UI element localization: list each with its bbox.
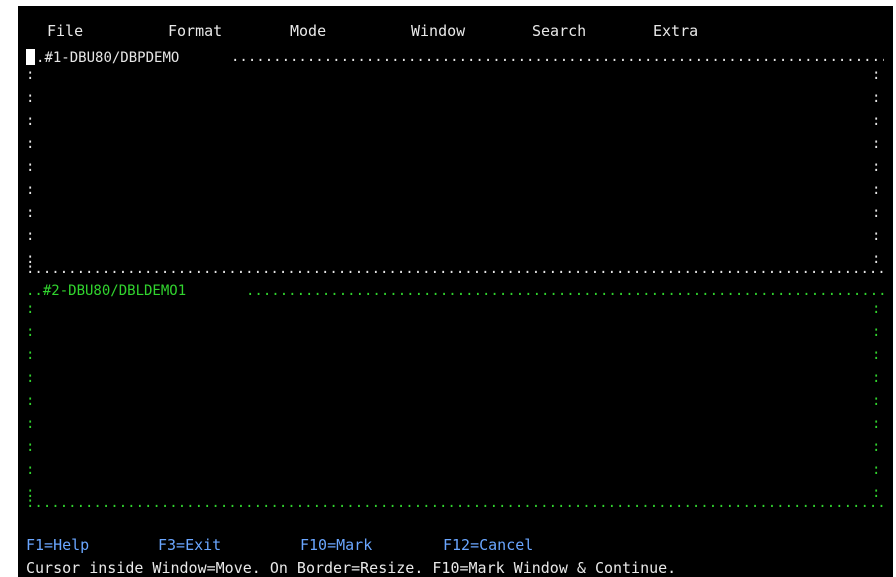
window-1-left-border[interactable]: ::::::::: bbox=[26, 64, 38, 271]
menu-extra[interactable]: Extra bbox=[653, 22, 698, 40]
f12-cancel-key[interactable]: F12=Cancel bbox=[443, 536, 533, 554]
window-1-bottom-border[interactable]: :.......................................… bbox=[26, 261, 884, 277]
window-1-top-border[interactable]: ........................................… bbox=[231, 49, 884, 65]
f1-help-key[interactable]: F1=Help bbox=[26, 536, 89, 554]
status-message: Cursor inside Window=Move. On Border=Res… bbox=[26, 559, 677, 577]
window-2-title-bar[interactable]: ..#2-DBU80/DBLDEMO1 bbox=[26, 283, 186, 299]
menu-search[interactable]: Search bbox=[532, 22, 586, 40]
window-2-title: #2-DBU80/DBLDEMO1 bbox=[42, 283, 187, 299]
window-1[interactable]: .#1-DBU80/DBPDEMO ......................… bbox=[26, 49, 884, 277]
menu-window[interactable]: Window bbox=[411, 22, 465, 40]
f3-exit-key[interactable]: F3=Exit bbox=[158, 536, 221, 554]
terminal-screen: File Format Mode Window Search Extra .#1… bbox=[18, 6, 893, 577]
menu-file[interactable]: File bbox=[47, 22, 83, 40]
window-1-title: #1-DBU80/DBPDEMO bbox=[44, 50, 180, 66]
window-2-right-border[interactable]: ::::::::: bbox=[872, 298, 884, 505]
menu-mode[interactable]: Mode bbox=[290, 22, 326, 40]
f10-mark-key[interactable]: F10=Mark bbox=[300, 536, 372, 554]
window-1-right-border[interactable]: ::::::::: bbox=[872, 64, 884, 271]
window-2-top-border[interactable]: ........................................… bbox=[246, 283, 884, 299]
window-2-left-border[interactable]: ::::::::: bbox=[26, 298, 38, 505]
window-2[interactable]: ..#2-DBU80/DBLDEMO1 ....................… bbox=[26, 283, 884, 511]
menu-format[interactable]: Format bbox=[168, 22, 222, 40]
window-2-bottom-border[interactable]: :.......................................… bbox=[26, 495, 884, 511]
menu-bar: File Format Mode Window Search Extra bbox=[18, 22, 893, 44]
window-1-title-bar[interactable]: .#1-DBU80/DBPDEMO bbox=[26, 49, 179, 66]
text-cursor bbox=[26, 49, 35, 65]
